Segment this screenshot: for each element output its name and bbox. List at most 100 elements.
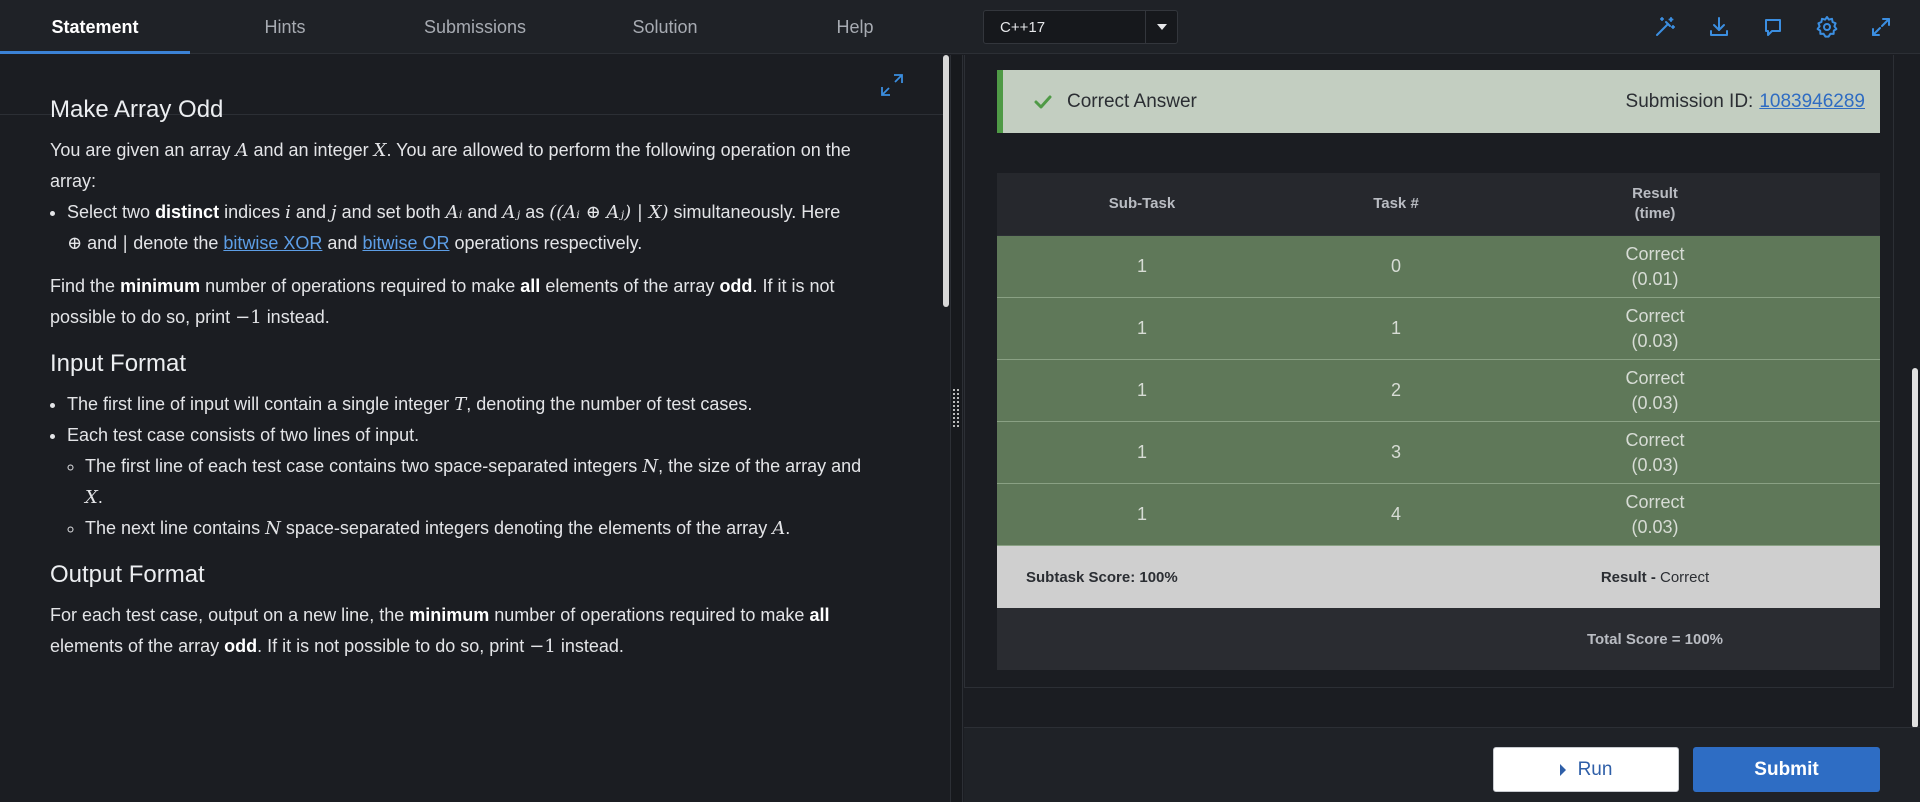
bitwise-xor-link[interactable]: bitwise XOR — [223, 233, 322, 253]
cell-result: Correct (0.03) — [1505, 490, 1805, 540]
text: operations respectively. — [454, 233, 643, 253]
text: number of operations required to make — [494, 605, 805, 625]
result-text: Correct — [1625, 491, 1685, 512]
language-selected: C++17 — [1000, 18, 1046, 36]
text: and — [87, 233, 118, 253]
cell-subtask: 1 — [1136, 504, 1147, 524]
language-select[interactable]: C++17 — [983, 10, 1178, 44]
text: Find the — [50, 276, 116, 296]
cell-task: 3 — [1390, 442, 1401, 462]
operation-list: Select two distinct indices i and j and … — [67, 197, 890, 259]
problem-statement: Make Array Odd You are given an array A … — [50, 95, 890, 662]
total-score: Total Score = 100% — [1586, 630, 1724, 648]
problem-tabs: Statement Hints Submissions Solution Hel… — [0, 0, 950, 54]
results-scrollbar[interactable] — [1912, 368, 1918, 728]
panel-splitter[interactable] — [950, 55, 963, 802]
result-value: Correct — [1660, 568, 1710, 586]
text: as — [525, 202, 545, 222]
subtask-score-row: Subtask Score: 100% Result - Correct — [997, 546, 1880, 608]
submission-id: Submission ID: 1083946289 — [1626, 91, 1865, 113]
check-icon — [1033, 92, 1053, 112]
list-item: The first line of each test case contain… — [85, 451, 890, 513]
input-format-heading: Input Format — [50, 350, 187, 377]
text: For each test case, output on a new line… — [50, 605, 405, 625]
submit-button[interactable]: Submit — [1693, 747, 1880, 792]
result-text: Correct — [1625, 367, 1685, 388]
text: , the size of the array and — [658, 456, 862, 476]
header-result: Result (time) — [1505, 184, 1805, 224]
text: number of operations required to make — [205, 276, 516, 296]
math-var: Aᵢ — [445, 202, 463, 223]
text: . — [785, 518, 791, 538]
text: Each test case consists of two lines of … — [67, 425, 420, 445]
download-icon[interactable] — [1704, 12, 1734, 42]
tab-hints[interactable]: Hints — [190, 0, 380, 54]
table-row: 1 2 Correct (0.03) — [997, 360, 1880, 422]
fullscreen-icon[interactable] — [1866, 12, 1896, 42]
text: , denoting the number of test cases. — [466, 394, 753, 414]
problem-title: Make Array Odd — [50, 96, 224, 123]
time-text: (0.03) — [1631, 330, 1679, 351]
cell-subtask: 1 — [1136, 380, 1147, 400]
drag-handle-icon[interactable] — [952, 388, 960, 428]
list-item: The first line of input will contain a s… — [67, 389, 890, 420]
submit-label: Submit — [1754, 758, 1819, 780]
comment-icon[interactable] — [1758, 12, 1788, 42]
table-row: 1 1 Correct (0.03) — [997, 298, 1880, 360]
text: Select two — [67, 202, 151, 222]
or-symbol: | — [122, 233, 129, 254]
cell-result: Correct (0.01) — [1505, 242, 1805, 292]
list-item: The next line contains N space-separated… — [85, 513, 890, 544]
result-text: Correct — [1625, 243, 1685, 264]
math-var: T — [454, 394, 467, 415]
bitwise-or-link[interactable]: bitwise OR — [362, 233, 449, 253]
bold-text: minimum — [120, 276, 201, 296]
time-text: (0.01) — [1631, 268, 1679, 289]
text: The first line of each test case contain… — [85, 456, 638, 476]
cell-subtask: 1 — [1136, 256, 1147, 276]
text: The next line contains — [85, 518, 261, 538]
tab-statement[interactable]: Statement — [0, 0, 190, 54]
math-var: A — [235, 140, 249, 161]
text: simultaneously. Here — [673, 202, 841, 222]
list-item: Each test case consists of two lines of … — [67, 420, 890, 544]
text: instead. — [560, 636, 624, 656]
tab-solution[interactable]: Solution — [570, 0, 760, 54]
bold-text: all — [809, 605, 830, 625]
header-task: Task # — [1373, 195, 1419, 212]
xor-symbol: ⊕ — [67, 233, 83, 254]
text: and — [327, 233, 358, 253]
text: instead. — [266, 307, 330, 327]
result-text: Correct — [1625, 305, 1685, 326]
tab-submissions[interactable]: Submissions — [380, 0, 570, 54]
cell-task: 4 — [1390, 504, 1401, 524]
cell-task: 1 — [1390, 318, 1401, 338]
submission-id-link[interactable]: 1083946289 — [1759, 91, 1865, 112]
time-text: (0.03) — [1631, 516, 1679, 537]
submission-id-label: Submission ID: — [1625, 90, 1754, 112]
magic-wand-icon[interactable] — [1650, 12, 1680, 42]
output-format-heading: Output Format — [50, 561, 205, 588]
problem-task: Find the minimum number of operations re… — [50, 271, 890, 333]
subtask-result: Result - Correct — [1505, 569, 1805, 586]
tab-help[interactable]: Help — [760, 0, 950, 54]
text: You are given an array — [50, 140, 231, 160]
run-button[interactable]: Run — [1493, 747, 1679, 792]
result-text: Correct — [1625, 429, 1685, 450]
problem-intro: You are given an array A and an integer … — [50, 135, 890, 197]
editor-toolbar — [1650, 12, 1896, 42]
language-dropdown-toggle[interactable] — [1145, 11, 1177, 43]
cell-subtask: 1 — [1136, 442, 1147, 462]
problem-scrollbar[interactable] — [943, 55, 949, 307]
caret-down-icon — [1156, 24, 1167, 30]
bold-text: minimum — [409, 605, 490, 625]
results-table: Sub-Task Task # Result (time) 1 0 Correc… — [997, 173, 1880, 670]
header-result-label: Result — [1632, 185, 1678, 202]
output-format-text: For each test case, output on a new line… — [50, 600, 890, 662]
gear-icon[interactable] — [1812, 12, 1842, 42]
math-var: N — [265, 518, 281, 539]
bold-text: all — [520, 276, 541, 296]
text: indices — [224, 202, 281, 222]
play-icon — [1559, 763, 1566, 776]
cell-result: Correct (0.03) — [1505, 428, 1805, 478]
